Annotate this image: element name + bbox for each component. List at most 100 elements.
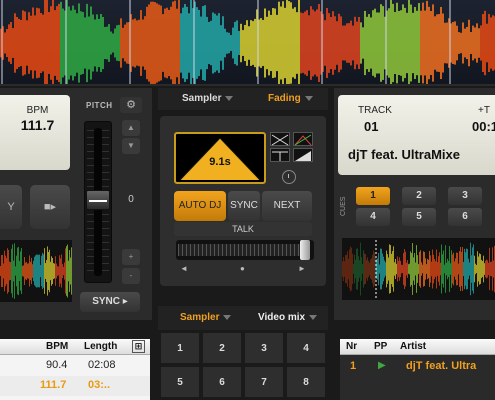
- pitch-slider-handle[interactable]: [86, 190, 110, 210]
- col-nr[interactable]: Nr: [346, 341, 357, 352]
- center-sync-button[interactable]: SYNC: [228, 191, 260, 221]
- mini-waveform-bar: [71, 247, 72, 295]
- col-artist[interactable]: Artist: [400, 341, 426, 352]
- col-pp[interactable]: PP: [374, 341, 387, 352]
- auto-dj-button[interactable]: AUTO DJ: [174, 191, 226, 221]
- mini-waveform-bar: [447, 258, 448, 280]
- waveform-bar: [138, 19, 140, 67]
- left-mini-waveform[interactable]: [0, 240, 72, 302]
- sampler-pad-1[interactable]: 1: [160, 332, 200, 364]
- col-bpm[interactable]: BPM: [46, 341, 68, 352]
- waveform-bar: [328, 13, 330, 73]
- mini-waveform-bar: [480, 254, 481, 284]
- left-play-button[interactable]: Y: [0, 185, 22, 229]
- waveform-bar: [318, 4, 320, 82]
- play-icon[interactable]: ▶: [378, 360, 386, 371]
- clock-icon[interactable]: [282, 170, 296, 184]
- pitch-up-icon[interactable]: ▲: [122, 120, 140, 136]
- nav-left-icon[interactable]: ◄: [180, 264, 188, 273]
- crossfader-knob[interactable]: [300, 240, 310, 260]
- sampler-pad-6[interactable]: 6: [202, 366, 242, 398]
- waveform-bar: [416, 10, 418, 76]
- mini-waveform-bar: [52, 257, 53, 285]
- tab-sampler-top[interactable]: Sampler: [182, 88, 234, 110]
- col-length[interactable]: Length: [84, 341, 117, 352]
- mini-waveform-bar: [33, 260, 34, 282]
- waveform-bar: [70, 10, 72, 76]
- mini-waveform-bar: [55, 256, 56, 286]
- tab-fading[interactable]: Fading: [268, 88, 313, 110]
- main-waveform[interactable]: [0, 0, 495, 86]
- waveform-bar: [456, 25, 458, 61]
- mini-waveform-bar: [467, 248, 468, 290]
- column-settings-icon[interactable]: ⊞: [132, 340, 145, 353]
- pitch-plus-button[interactable]: +: [122, 249, 140, 265]
- mini-waveform-bar: [440, 262, 441, 276]
- pitch-minus-button[interactable]: -: [122, 268, 140, 284]
- waveform-bar: [376, 12, 378, 74]
- curve-x-icon[interactable]: [270, 132, 290, 146]
- sampler-pad-3[interactable]: 3: [244, 332, 284, 364]
- sampler-pad-7[interactable]: 7: [244, 366, 284, 398]
- mini-waveform-bar: [48, 252, 49, 290]
- next-button[interactable]: NEXT: [262, 191, 312, 221]
- mini-waveform-bar: [456, 252, 457, 286]
- cue-4-button[interactable]: 4: [356, 208, 390, 226]
- mini-waveform-bar: [485, 260, 486, 278]
- cue-6-button[interactable]: 6: [448, 208, 482, 226]
- mini-waveform-bar: [374, 252, 375, 286]
- waveform-bar: [10, 22, 12, 64]
- nav-center-icon[interactable]: ●: [240, 264, 245, 273]
- nav-right-icon[interactable]: ►: [298, 264, 306, 273]
- waveform-bar: [156, 3, 158, 83]
- mini-waveform-bar: [487, 260, 488, 278]
- cue-2-button[interactable]: 2: [402, 187, 436, 205]
- mini-waveform-bar: [493, 260, 494, 278]
- curve-ramp-icon[interactable]: [293, 148, 313, 162]
- waveform-bar: [478, 28, 480, 58]
- sampler-pad-5[interactable]: 5: [160, 366, 200, 398]
- waveform-bar: [492, 15, 494, 71]
- waveform-bar: [290, 2, 292, 84]
- table-row-selected[interactable]: [0, 376, 150, 396]
- mini-waveform-bar: [22, 265, 23, 277]
- waveform-bar: [224, 28, 226, 58]
- sampler-pad-4[interactable]: 4: [286, 332, 326, 364]
- fade-curve-display[interactable]: 9.1s: [174, 132, 266, 184]
- tab-video-mix[interactable]: Video mix: [258, 307, 318, 329]
- mini-waveform-bar: [354, 254, 355, 284]
- sampler-pad-2[interactable]: 2: [202, 332, 242, 364]
- mini-waveform-bar: [446, 262, 447, 276]
- mini-waveform-bar: [471, 255, 472, 283]
- waveform-bar: [438, 14, 440, 72]
- curve-step-icon[interactable]: [270, 148, 290, 162]
- waveform-bar: [174, 0, 176, 84]
- mini-waveform-bar: [462, 247, 463, 291]
- waveform-bar: [54, 10, 56, 76]
- right-mini-waveform[interactable]: [342, 238, 495, 300]
- mini-waveform-bar: [399, 257, 400, 281]
- waveform-bar: [76, 13, 78, 73]
- cue-3-button[interactable]: 3: [448, 187, 482, 205]
- mini-waveform-bar: [347, 251, 348, 287]
- left-sync-button[interactable]: SYNC ▸: [80, 292, 140, 312]
- cue-5-button[interactable]: 5: [402, 208, 436, 226]
- waveform-bar: [460, 32, 462, 54]
- mini-waveform-bar: [62, 263, 63, 279]
- mini-waveform-bar: [378, 252, 379, 286]
- sampler-pad-8[interactable]: 8: [286, 366, 326, 398]
- pitch-down-icon[interactable]: ▼: [122, 138, 140, 154]
- curve-rise-icon[interactable]: [293, 132, 313, 146]
- cue-1-button[interactable]: 1: [356, 187, 390, 205]
- waveform-bar: [190, 0, 192, 84]
- waveform-bar: [218, 13, 220, 73]
- mini-waveform-bar: [448, 260, 449, 278]
- gear-icon[interactable]: ⚙: [120, 97, 142, 113]
- tab-sampler[interactable]: Sampler: [180, 307, 232, 329]
- waveform-bar: [276, 14, 278, 72]
- left-cue-button[interactable]: ■▸: [30, 185, 70, 229]
- mini-waveform-bar: [39, 254, 40, 288]
- talk-button[interactable]: TALK: [174, 222, 312, 236]
- crossfader[interactable]: [176, 240, 314, 260]
- row2-bpm: 111.7: [40, 379, 67, 391]
